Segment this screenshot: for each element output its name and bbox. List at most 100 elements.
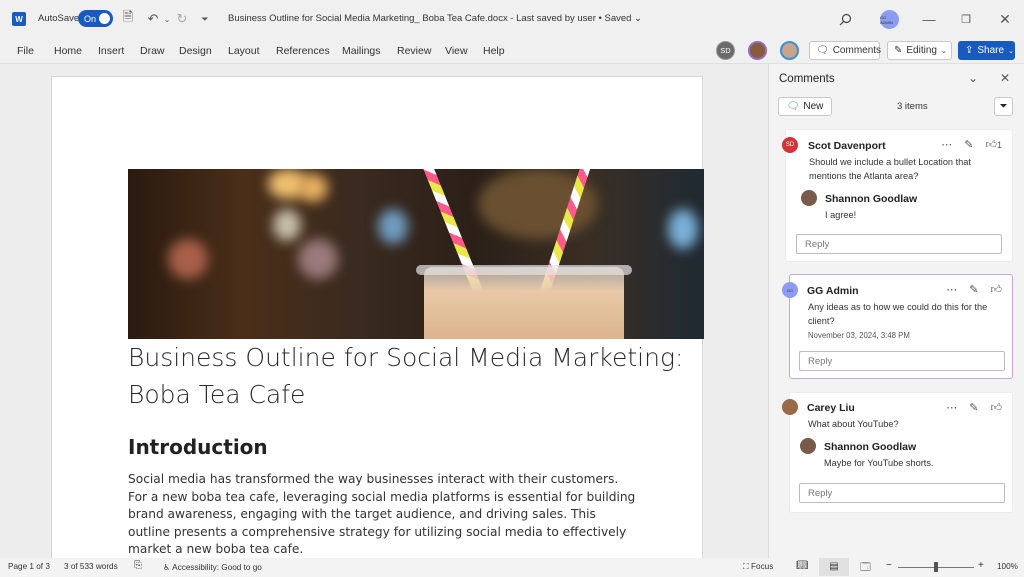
title-bar: W AutoSave On 🗎 ↶ ⌄ ↻ ⏷ Business Outline… <box>0 0 1024 38</box>
comments-button[interactable]: 🗨 Comments <box>809 41 882 60</box>
status-bar: Page 1 of 3 3 of 533 words ⎘ ♿︎ Accessib… <box>0 558 1024 576</box>
presence-avatar-user[interactable] <box>780 41 799 60</box>
author-avatar: SD <box>782 137 798 153</box>
focus-icon: ⛶ <box>743 562 749 571</box>
share-button[interactable]: ⇪ Share ⌄ <box>958 41 1015 60</box>
filter-button[interactable]: ⏷ <box>994 97 1013 116</box>
chevron-down-icon: ⌄ <box>940 47 947 55</box>
edit-icon[interactable]: ✎ <box>964 138 973 151</box>
reply-input[interactable]: Reply <box>796 234 1002 254</box>
accessibility-status[interactable]: ♿︎ Accessibility: Good to go <box>163 562 262 572</box>
document-canvas[interactable]: Business Outline for Social Media Market… <box>0 64 768 558</box>
collapse-pane-icon[interactable]: ⌄ <box>968 71 978 85</box>
zoom-out-button[interactable]: − <box>886 560 892 571</box>
menu-home[interactable]: Home <box>54 45 82 57</box>
new-comment-icon: 🗨 <box>786 101 800 112</box>
comment-actions: ⋯ ✎ 👍︎ <box>946 401 1002 414</box>
restore-icon[interactable]: ❐ <box>957 10 975 28</box>
document-page[interactable]: Business Outline for Social Media Market… <box>51 76 704 558</box>
filter-icon: ⏷ <box>999 101 1008 112</box>
search-icon[interactable] <box>836 10 854 28</box>
like-icon[interactable]: 👍︎ <box>991 283 1003 296</box>
presence-avatar-sd[interactable]: SD <box>716 41 735 60</box>
body-paragraph[interactable]: Social media has transformed the way bus… <box>128 471 638 558</box>
like-icon[interactable]: 👍︎ <box>991 401 1003 414</box>
more-options-icon[interactable]: ⋯ <box>946 283 957 296</box>
comment-text: What about YouTube? <box>808 419 899 429</box>
reply-input[interactable]: Reply <box>799 351 1005 371</box>
page-indicator[interactable]: Page 1 of 3 <box>8 562 50 571</box>
comment-text: Should we include a bullet Location that… <box>809 157 971 181</box>
menu-insert[interactable]: Insert <box>98 45 124 57</box>
new-comment-button[interactable]: 🗨 New <box>778 97 832 116</box>
menu-draw[interactable]: Draw <box>140 45 165 57</box>
comments-pane-title: Comments <box>779 73 835 85</box>
focus-label: Focus <box>751 562 774 571</box>
menu-file[interactable]: File <box>17 45 34 57</box>
bokeh-light <box>298 239 338 279</box>
zoom-level[interactable]: 100% <box>997 562 1018 571</box>
edit-icon[interactable]: ✎ <box>969 401 978 414</box>
chevron-down-icon: ⌄ <box>1008 47 1014 55</box>
cup <box>424 267 624 339</box>
account-avatar[interactable]: GG ADMIN <box>880 10 899 29</box>
reply-text: I agree! <box>825 210 857 220</box>
menu-design[interactable]: Design <box>179 45 212 57</box>
focus-mode-button[interactable]: ⛶ Focus <box>743 562 773 572</box>
more-options-icon[interactable]: ⋯ <box>946 401 957 414</box>
edit-icon[interactable]: ✎ <box>969 283 978 296</box>
print-layout-icon[interactable]: ▤ <box>819 558 849 576</box>
bokeh-light <box>168 239 208 279</box>
reply-author-avatar <box>801 190 817 206</box>
menu-references[interactable]: References <box>276 45 330 57</box>
editing-label: Editing <box>906 45 937 56</box>
comment-thread[interactable]: SD Scot Davenport ⋯ ✎ 👍︎1 Should we incl… <box>782 129 1013 262</box>
reply-input[interactable]: Reply <box>799 483 1005 503</box>
customize-toolbar-icon[interactable]: ⏷ <box>196 10 214 28</box>
editing-mode-button[interactable]: ✎ Editing ⌄ <box>887 41 952 60</box>
boba-tea-image[interactable] <box>128 169 704 339</box>
comment-author: Scot Davenport <box>808 140 886 152</box>
menu-view[interactable]: View <box>445 45 468 57</box>
proofing-icon[interactable]: ⎘ <box>134 560 142 571</box>
comment-author: Carey Liu <box>807 402 855 414</box>
redo-icon[interactable]: ↻ <box>173 10 191 28</box>
presence-avatar-user[interactable] <box>748 41 767 60</box>
read-mode-icon[interactable]: 📖︎ <box>796 560 809 571</box>
toggle-knob <box>99 13 110 24</box>
word-count[interactable]: 3 of 533 words <box>64 562 118 571</box>
autosave-state: On <box>84 13 97 24</box>
reply-author: Shannon Goodlaw <box>825 193 918 205</box>
comment-thread[interactable]: Carey Liu ⋯ ✎ 👍︎ What about YouTube? Sha… <box>782 392 1013 513</box>
document-title[interactable]: Business Outline for Social Media Market… <box>228 13 642 24</box>
comment-thread-active[interactable]: GG GG Admin ⋯ ✎ 👍︎ Any ideas as to how w… <box>782 274 1013 379</box>
autosave-toggle[interactable]: On <box>78 10 113 27</box>
menu-layout[interactable]: Layout <box>228 45 260 57</box>
close-pane-icon[interactable]: ✕ <box>1000 71 1010 85</box>
menu-mailings[interactable]: Mailings <box>342 45 381 57</box>
pencil-icon: ✎ <box>894 45 903 56</box>
document-title-heading[interactable]: Business Outline for Social Media Market… <box>128 339 688 413</box>
reply-author: Shannon Goodlaw <box>824 441 917 453</box>
zoom-in-button[interactable]: + <box>978 560 984 571</box>
menu-help[interactable]: Help <box>483 45 505 57</box>
menu-review[interactable]: Review <box>397 45 431 57</box>
save-icon[interactable]: 🗎 <box>119 9 137 28</box>
minimize-icon[interactable]: — <box>920 10 938 28</box>
web-layout-icon[interactable]: 🗔 <box>860 560 871 577</box>
bokeh-light <box>668 209 698 249</box>
word-logo-icon: W <box>12 12 26 26</box>
more-options-icon[interactable]: ⋯ <box>941 138 952 151</box>
section-heading[interactable]: Introduction <box>128 435 268 459</box>
comment-author: GG Admin <box>807 285 859 297</box>
like-icon[interactable]: 👍︎1 <box>985 138 1002 151</box>
comment-timestamp: November 03, 2024, 3:48 PM <box>808 331 910 340</box>
close-icon[interactable]: ✕ <box>996 10 1014 28</box>
bokeh-light <box>378 209 408 244</box>
share-label: Share <box>977 45 1005 56</box>
comments-label: Comments <box>832 45 882 56</box>
comments-pane: Comments ⌄ ✕ 🗨 New 3 items ⏷ SD Scot Dave… <box>768 64 1024 558</box>
comment-text: Any ideas as to how we could do this for… <box>808 302 988 326</box>
comment-icon: 🗨 <box>816 45 829 56</box>
zoom-slider-thumb[interactable] <box>934 562 938 572</box>
